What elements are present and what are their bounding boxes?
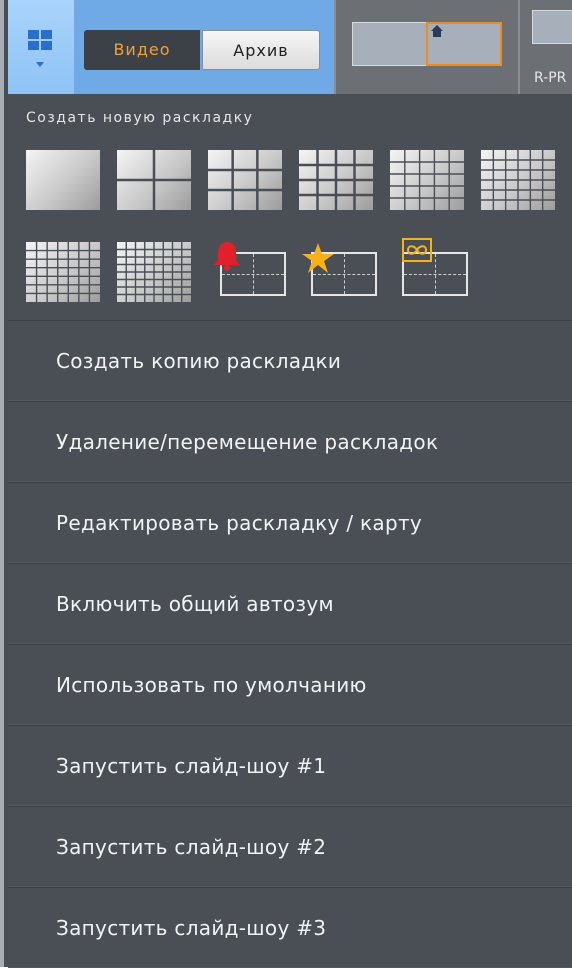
grid-6x6-icon <box>481 150 555 210</box>
layouts-grid-icon <box>28 30 52 67</box>
menu-item[interactable]: Запустить слайд-шоу #1 <box>8 725 572 806</box>
star-icon <box>301 242 335 280</box>
grid-4x4-icon <box>299 150 373 210</box>
layouts-dropdown-menu: Создать новую раскладку Создать копию ра… <box>8 94 572 968</box>
tab-archive[interactable]: Архив <box>202 30 320 70</box>
layout-template-1x1[interactable] <box>26 150 100 210</box>
layout-tabs <box>334 0 518 94</box>
layout-template-favorites[interactable] <box>299 242 379 302</box>
home-icon <box>430 24 444 38</box>
menu-item[interactable]: Редактировать раскладку / карту <box>8 482 572 563</box>
layout-template-3x3[interactable] <box>208 150 282 210</box>
grid-1x1-icon <box>26 150 100 210</box>
camera-tab[interactable]: R-PR <box>518 0 572 94</box>
camera-tab-label: R-PR <box>534 70 567 86</box>
infinity-icon <box>402 238 432 268</box>
menu-item[interactable]: Запустить слайд-шоу #2 <box>8 806 572 887</box>
layouts-menu-button[interactable] <box>8 0 75 94</box>
bell-icon <box>212 240 242 278</box>
layout-template-7x7[interactable] <box>26 242 100 302</box>
grid-5x5-icon <box>390 150 464 210</box>
layout-template-5x5[interactable] <box>390 150 464 210</box>
layout-template-4x4[interactable] <box>299 150 373 210</box>
grid-3x3-icon <box>208 150 282 210</box>
menu-item[interactable]: Удаление/перемещение раскладок <box>8 401 572 482</box>
mode-switch: Видео Архив <box>74 0 330 94</box>
layout-template-6x6[interactable] <box>481 150 555 210</box>
app-frame: Видео Архив R-PR Создать новую раскладку… <box>0 0 572 968</box>
menu-item[interactable]: Создать копию раскладки <box>8 320 572 401</box>
top-bar: Видео Архив R-PR <box>8 0 572 94</box>
menu-item[interactable]: Запустить слайд-шоу #3 <box>8 887 572 968</box>
section-title: Создать новую раскладку <box>26 110 254 126</box>
menu-item[interactable]: Использовать по умолчанию <box>8 644 572 725</box>
tab-video[interactable]: Видео <box>84 30 200 70</box>
layout-template-infinite[interactable] <box>390 238 470 302</box>
menu-item[interactable]: Включить общий автозум <box>8 563 572 644</box>
grid-8x8-icon <box>117 242 191 302</box>
camera-thumbnail <box>532 10 572 44</box>
layout-template-alarm[interactable] <box>208 242 288 302</box>
layout-tab-thumbnail[interactable] <box>352 22 428 66</box>
layout-template-8x8[interactable] <box>117 242 191 302</box>
menu-list: Создать копию раскладки Удаление/перемеще… <box>8 320 572 968</box>
grid-2x2-icon <box>117 150 191 210</box>
grid-7x7-icon <box>26 242 100 302</box>
layout-template-2x2[interactable] <box>117 150 191 210</box>
